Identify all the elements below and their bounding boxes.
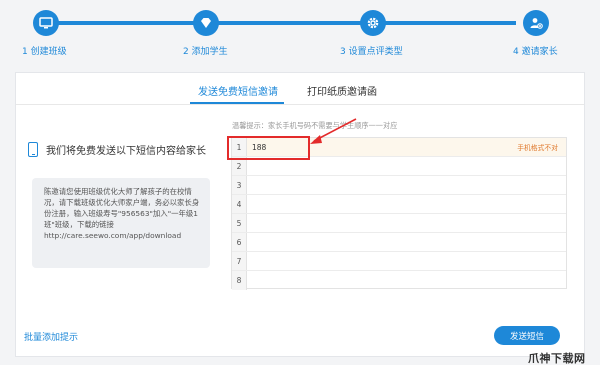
step-4-label: 4 邀请家长 (513, 47, 558, 57)
tab-sms-invite[interactable]: 发送免费短信邀请 (198, 83, 278, 98)
tab-paper-invite[interactable]: 打印纸质邀请函 (307, 83, 377, 98)
step-3-circle (360, 10, 386, 36)
phone-input[interactable] (248, 252, 566, 270)
progress-stepper: 1 创建班级 2 添加学生 3 设置点评类型 4 邀请家长 (0, 0, 600, 70)
phone-input[interactable] (248, 195, 566, 213)
monitor-icon (39, 17, 53, 29)
step-2-label: 2 添加学生 (183, 47, 228, 57)
phone-error-message: 手机格式不对 (517, 144, 558, 152)
site-watermark: 爪神下载网 (528, 352, 586, 365)
step-4-circle (523, 10, 549, 36)
phone-input[interactable] (248, 233, 566, 251)
row-number: 8 (232, 271, 247, 290)
send-sms-button[interactable]: 发送短信 (494, 326, 560, 345)
row-number: 6 (232, 233, 247, 251)
step-1-circle (33, 10, 59, 36)
annotation-arrow (310, 118, 357, 144)
phone-row: 8 (232, 271, 566, 290)
step-2-circle (193, 10, 219, 36)
phone-row: 3 (232, 176, 566, 195)
sms-download-link[interactable]: http://care.seewo.com/app/download (44, 230, 200, 241)
sms-content-title-text: 我们将免费发送以下短信内容给家长 (46, 146, 206, 157)
annotation-highlight-box (227, 136, 310, 160)
phone-row: 6 (232, 233, 566, 252)
add-user-icon (530, 18, 543, 29)
phone-row: 7 (232, 252, 566, 271)
row-number: 4 (232, 195, 247, 213)
row-number: 7 (232, 252, 247, 270)
step-3-label: 3 设置点评类型 (340, 47, 403, 57)
gear-icon (367, 17, 379, 29)
sms-preview-box: 陈邀请您使用班级优化大师了解孩子的在校情况，请下载班级优化大师家户端，务必以家长… (32, 178, 210, 268)
phone-row: 4 (232, 195, 566, 214)
invite-tabs: 发送免费短信邀请 打印纸质邀请函 (16, 73, 584, 105)
phone-icon (28, 142, 38, 157)
phone-input[interactable] (248, 176, 566, 194)
bulk-add-tips-link[interactable]: 批量添加提示 (24, 330, 78, 343)
phone-input[interactable] (248, 271, 566, 290)
row-number: 5 (232, 214, 247, 232)
sms-preview-text: 陈邀请您使用班级优化大师了解孩子的在校情况，请下载班级优化大师家户端，务必以家长… (44, 187, 200, 229)
row-number: 3 (232, 176, 247, 194)
stepper-line (46, 21, 516, 25)
active-tab-underline (190, 102, 284, 104)
diamond-icon (201, 18, 211, 28)
phone-row: 5 (232, 214, 566, 233)
step-1-label: 1 创建班级 (22, 47, 67, 57)
phone-input[interactable] (248, 214, 566, 232)
sms-content-title: 我们将免费发送以下短信内容给家长 (28, 142, 206, 157)
